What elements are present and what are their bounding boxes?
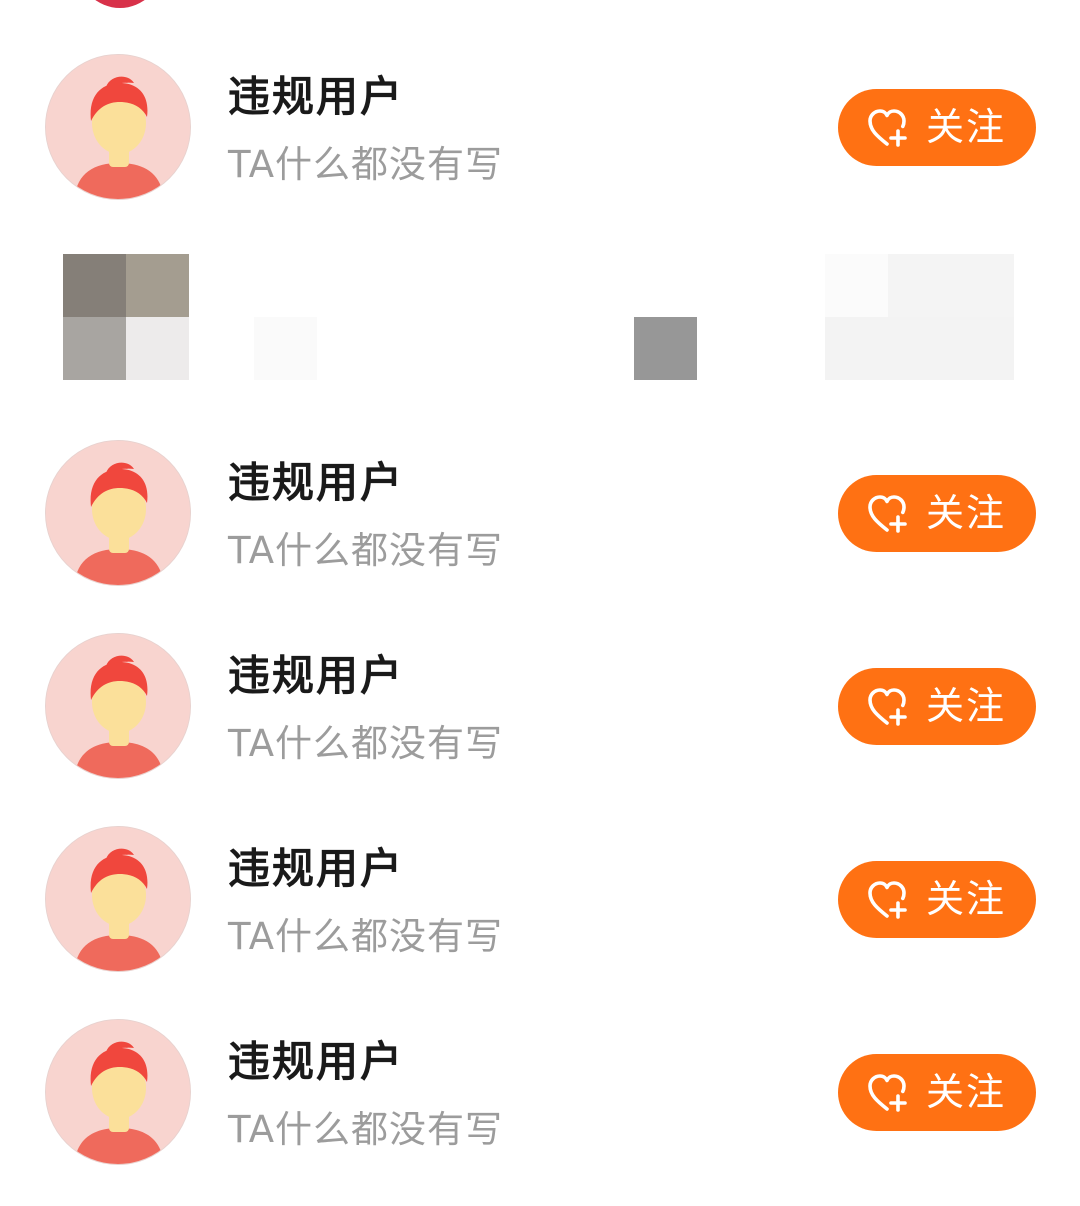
follow-button-label: 关注 (926, 105, 1007, 149)
default-avatar-icon[interactable] (45, 826, 191, 972)
user-name[interactable]: 违规用户 (228, 72, 404, 122)
default-avatar-icon[interactable] (45, 1019, 191, 1165)
mosaic-block (63, 254, 126, 317)
list-item[interactable]: 违规用户 TA什么都没有写 关注 (0, 1017, 1080, 1167)
heart-plus-icon (865, 878, 909, 922)
default-avatar-icon[interactable] (45, 54, 191, 200)
user-bio: TA什么都没有写 (228, 915, 504, 958)
heart-plus-icon (865, 685, 909, 729)
follow-button[interactable]: 关注 (838, 861, 1036, 938)
follow-button-label: 关注 (926, 684, 1007, 728)
user-name[interactable]: 违规用户 (228, 844, 404, 894)
mosaic-block (126, 317, 189, 380)
user-name[interactable]: 违规用户 (228, 651, 404, 701)
user-bio: TA什么都没有写 (228, 143, 504, 186)
heart-plus-icon (865, 106, 909, 150)
follow-button[interactable]: 关注 (838, 89, 1036, 166)
heart-plus-icon (865, 492, 909, 536)
list-item[interactable]: 违规用户 TA什么都没有写 关注 (0, 52, 1080, 202)
list-item[interactable]: 违规用户 TA什么都没有写 关注 (0, 438, 1080, 588)
follow-button-label: 关注 (926, 877, 1007, 921)
list-item[interactable]: 违规用户 TA什么都没有写 关注 (0, 824, 1080, 974)
heart-plus-icon (865, 1071, 909, 1115)
follow-button[interactable]: 关注 (838, 668, 1036, 745)
mosaic-block (825, 317, 1014, 380)
partial-avatar[interactable] (78, 0, 162, 8)
follow-button[interactable]: 关注 (838, 475, 1036, 552)
user-name[interactable]: 违规用户 (228, 458, 404, 508)
follow-button[interactable]: 关注 (838, 1054, 1036, 1131)
default-avatar-icon[interactable] (45, 633, 191, 779)
user-bio: TA什么都没有写 (228, 722, 504, 765)
user-bio: TA什么都没有写 (228, 529, 504, 572)
mosaic-block (634, 317, 697, 380)
default-avatar-icon[interactable] (45, 440, 191, 586)
redacted-list-item (0, 254, 1080, 381)
list-item[interactable]: 违规用户 TA什么都没有写 关注 (0, 631, 1080, 781)
user-bio: TA什么都没有写 (228, 1108, 504, 1151)
follow-button-label: 关注 (926, 491, 1007, 535)
mosaic-block (126, 254, 189, 317)
user-name[interactable]: 违规用户 (228, 1037, 404, 1087)
mosaic-block (888, 254, 1014, 317)
mosaic-block (825, 254, 888, 317)
mosaic-block (254, 317, 317, 380)
follow-button-label: 关注 (926, 1070, 1007, 1114)
mosaic-block (63, 317, 126, 380)
